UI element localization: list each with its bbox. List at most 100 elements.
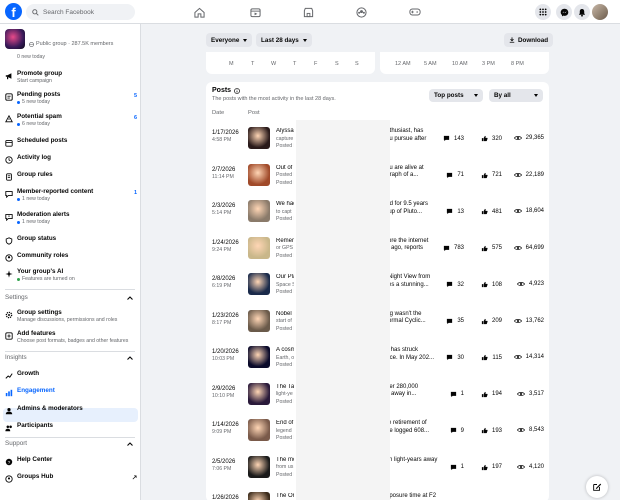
thumbs-up-icon bbox=[481, 172, 488, 178]
sidebar-item-engagement[interactable]: Engagement bbox=[4, 387, 137, 397]
views-count: 29,365 bbox=[510, 135, 544, 141]
post-preview[interactable]: Our PlaSpace SPosted b bbox=[276, 274, 294, 297]
sidebar-item-community-roles[interactable]: Community roles bbox=[4, 252, 137, 262]
post-text-line: Remem bbox=[276, 237, 294, 244]
groups-icon[interactable] bbox=[354, 5, 368, 19]
date-range-dropdown[interactable]: Last 28 days bbox=[256, 33, 312, 47]
post-text-line: A cosm bbox=[276, 347, 294, 353]
post-preview[interactable]: The OriPosted bPosted b bbox=[276, 493, 294, 500]
group-header[interactable]: Public group · 287.5K members bbox=[5, 28, 135, 50]
thumbs-up-icon bbox=[482, 354, 489, 361]
reactions-count: 575 bbox=[474, 245, 502, 252]
stat-value: 1 bbox=[460, 391, 464, 397]
sidebar-item-participants[interactable]: Participants bbox=[4, 422, 137, 432]
sidebar-item-sub: Features are turned on bbox=[22, 276, 75, 282]
audience-filter-dropdown[interactable]: Everyone bbox=[206, 33, 253, 47]
filter-dropdown[interactable]: By all bbox=[489, 89, 543, 102]
stat-value: 13,762 bbox=[525, 317, 544, 324]
sidebar-item-sub: Manage discussions, permissions and role… bbox=[17, 317, 118, 323]
post-thumbnail[interactable] bbox=[248, 492, 270, 500]
stat-value: 29,365 bbox=[525, 135, 544, 141]
sidebar-item-growth[interactable]: Growth bbox=[4, 370, 137, 380]
compose-button[interactable] bbox=[586, 476, 608, 498]
post-date: 1/17/2026 4:58 PM bbox=[212, 130, 239, 144]
sidebar-item-group-status[interactable]: Group status bbox=[4, 235, 137, 245]
post-preview-tail: g Night View from mes a stunning... bbox=[383, 274, 430, 289]
sidebar-item-label: Group settings bbox=[17, 309, 62, 316]
sidebar-item-label: Group rules bbox=[17, 171, 53, 178]
sidebar-item-add-features[interactable]: Add features Choose post formats, badges … bbox=[4, 330, 137, 344]
settings-section-header[interactable]: Settings bbox=[5, 294, 133, 301]
post-preview[interactable]: AlyssacapturePosted b bbox=[276, 128, 294, 151]
post-thumbnail[interactable] bbox=[248, 236, 270, 259]
sidebar-item-pending-posts[interactable]: Pending posts 5 new today 5 bbox=[4, 91, 137, 105]
sidebar-item-moderation-alerts[interactable]: Moderation alerts 1 new today bbox=[4, 211, 137, 225]
facebook-logo-icon[interactable]: f bbox=[5, 3, 22, 20]
post-preview[interactable]: End oflegendPosted b bbox=[276, 420, 294, 443]
sidebar-item-member-reported[interactable]: Member-reported content 1 new today 1 bbox=[4, 188, 137, 202]
post-preview[interactable]: Rememor GPSPosted b bbox=[276, 238, 294, 261]
sidebar-item-top[interactable]: 0 new today bbox=[4, 54, 137, 64]
post-preview-tail: lts has struck pace. In May 202... bbox=[383, 347, 434, 362]
post-preview[interactable]: The Taclight-yePosted b bbox=[276, 384, 294, 407]
sort-dropdown[interactable]: Top posts bbox=[429, 89, 483, 102]
post-text-line: light-ye bbox=[276, 391, 293, 397]
home-icon[interactable] bbox=[192, 5, 206, 19]
post-date: 1/20/2026 10:03 PM bbox=[212, 349, 239, 363]
post-text-line: Earth, o bbox=[276, 354, 294, 361]
comment-icon bbox=[447, 208, 453, 215]
post-thumbnail[interactable] bbox=[248, 200, 270, 222]
post-preview[interactable]: We hadto captPosted b bbox=[276, 201, 294, 224]
sidebar-item-admins[interactable]: Admins & moderators bbox=[4, 405, 137, 415]
post-thumbnail[interactable] bbox=[248, 346, 270, 368]
notifications-icon[interactable] bbox=[574, 4, 590, 20]
insights-section-header[interactable]: Insights bbox=[5, 354, 133, 361]
redacted-region bbox=[296, 120, 390, 500]
eye-icon bbox=[513, 209, 522, 213]
sidebar-item-group-rules[interactable]: Group rules bbox=[4, 171, 137, 181]
post-thumbnail[interactable] bbox=[248, 127, 270, 149]
video-icon[interactable] bbox=[248, 5, 262, 19]
comment-icon bbox=[443, 245, 450, 251]
menu-icon[interactable] bbox=[535, 4, 551, 20]
post-thumbnail[interactable] bbox=[248, 273, 270, 295]
search-input[interactable]: Search Facebook bbox=[26, 4, 135, 20]
sidebar-item-group-settings[interactable]: Group settings Manage discussions, permis… bbox=[4, 309, 137, 323]
views-count: 4,923 bbox=[510, 281, 544, 287]
post-preview[interactable]: Nobelstart ofPosted b bbox=[276, 311, 294, 334]
sidebar-item-group-ai[interactable]: Your group's AI Features are turned on bbox=[4, 268, 137, 282]
comment-icon bbox=[447, 281, 453, 288]
reactions-count: 721 bbox=[474, 172, 502, 179]
stat-value: 8,543 bbox=[528, 427, 544, 433]
reactions-count: 115 bbox=[474, 354, 502, 361]
support-section-header[interactable]: Support bbox=[5, 440, 133, 447]
comments-count: 13 bbox=[438, 208, 464, 215]
profile-avatar[interactable] bbox=[592, 4, 608, 20]
download-button[interactable]: Download bbox=[504, 33, 554, 47]
marketplace-icon[interactable] bbox=[301, 5, 315, 19]
post-thumbnail[interactable] bbox=[248, 382, 270, 405]
post-preview[interactable]: Out ofPosted bPosted b bbox=[276, 165, 294, 188]
post-thumbnail[interactable] bbox=[248, 455, 270, 478]
day-label: S bbox=[335, 61, 339, 67]
post-preview[interactable]: A cosmEarth, oPosted b bbox=[276, 347, 294, 370]
sidebar-item-groups-hub[interactable]: Groups Hub bbox=[4, 473, 137, 483]
post-date: 2/8/2026 6:19 PM bbox=[212, 276, 235, 290]
post-thumbnail[interactable] bbox=[248, 163, 270, 186]
sidebar-item-potential-spam[interactable]: Potential spam 6 new today 6 bbox=[4, 113, 137, 127]
post-thumbnail[interactable] bbox=[248, 309, 270, 332]
section-label: Support bbox=[5, 440, 28, 447]
info-icon[interactable] bbox=[234, 87, 240, 94]
sidebar-item-label: Add features bbox=[17, 330, 56, 337]
sidebar-item-scheduled-posts[interactable]: Scheduled posts bbox=[4, 137, 137, 147]
post-thumbnail[interactable] bbox=[248, 419, 270, 441]
sidebar-item-help-center[interactable]: ? Help Center bbox=[4, 456, 137, 466]
sidebar-item-activity-log[interactable]: Activity log bbox=[4, 154, 137, 164]
sidebar-item-promote[interactable]: Promote group Start campaign bbox=[4, 70, 137, 84]
stat-value: 64,699 bbox=[525, 244, 544, 251]
post-preview[interactable]: The mofrom usPosted b bbox=[276, 457, 294, 480]
time-text: 8:17 PM bbox=[212, 319, 232, 326]
comment-icon bbox=[450, 464, 456, 470]
gaming-icon[interactable] bbox=[408, 5, 422, 19]
messenger-icon[interactable] bbox=[556, 4, 572, 20]
